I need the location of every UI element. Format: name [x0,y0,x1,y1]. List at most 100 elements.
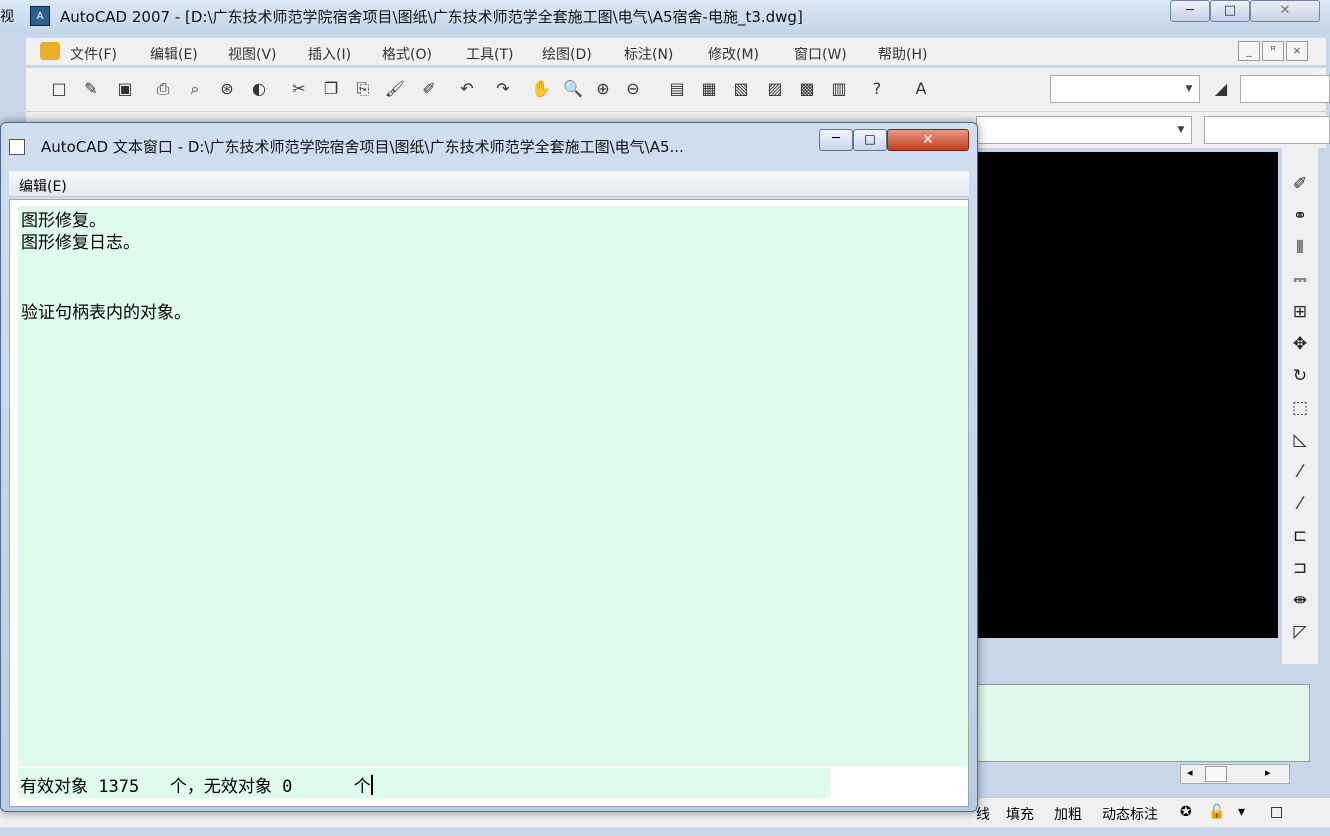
mdi-minimize-button[interactable]: _ [1238,41,1260,61]
offset-icon[interactable]: ⎓ [1288,268,1312,292]
text-style-combo[interactable]: ▼ [1050,75,1200,103]
close-button[interactable]: ✕ [1250,0,1320,22]
chevron-down-icon: ▼ [1185,84,1193,94]
plot-icon[interactable]: ⎙ [152,78,174,100]
menu-item[interactable]: 格式(O) [382,44,432,64]
markup-icon[interactable]: ▩ [796,78,818,100]
mdi-close-button[interactable]: × [1286,41,1308,61]
break-at-point-icon[interactable]: ⊐ [1288,556,1312,580]
calculator-icon[interactable]: ▥ [828,78,850,100]
scroll-left-icon[interactable]: ◂ [1187,766,1193,779]
color-control-combo[interactable]: ▼ [976,116,1192,144]
modify-toolbar: ✐ ⚭ ⫴ ⎓ ⊞ ✥ ↻ ⬚ ◺ ⁄ ⁄ ⊏ ⊐ ⇼ ◸ [1282,148,1318,664]
move-icon[interactable]: ✥ [1288,332,1312,356]
minimize-button[interactable]: ─ [1170,0,1210,22]
command-history[interactable]: 图形修复。 图形修复日志。 验证句柄表内的对象。 [18,206,968,766]
scroll-thumb[interactable] [1205,766,1227,782]
lock-icon[interactable]: 🔓 [1208,804,1225,820]
main-title-bar[interactable]: 视 A AutoCAD 2007 - [D:\广东技术师范学院宿舍项目\图纸\广… [0,0,1330,34]
menu-item[interactable]: 文件(F) [70,44,117,64]
menu-item[interactable]: 工具(T) [466,44,513,64]
menu-item[interactable]: 标注(N) [624,44,673,64]
main-menubar: 文件(F) 编辑(E) 视图(V) 插入(I) 格式(O) 工具(T) 绘图(D) 标注(N)… [26,38,1326,66]
menu-item[interactable]: 帮助(H) [878,44,927,64]
erase-icon[interactable]: ✐ [1288,172,1312,196]
command-input[interactable]: 有效对象 1375 个，无效对象 0 个 [20,772,373,797]
new-icon[interactable]: □ [48,78,70,100]
status-toggle[interactable]: 线 [976,804,990,824]
redo-icon[interactable]: ↷ [492,78,514,100]
stretch-icon[interactable]: ◺ [1288,428,1312,452]
tool-palettes-icon[interactable]: ▧ [730,78,752,100]
text-window-close-button[interactable]: ✕ [887,129,969,151]
text-window-icon[interactable] [9,139,25,155]
array-icon[interactable]: ⊞ [1288,300,1312,324]
open-icon[interactable]: ✎ [80,78,102,100]
copy-icon[interactable]: ❐ [320,78,342,100]
status-toggle[interactable]: 填充 [1006,804,1034,824]
maximize-button[interactable]: □ [1210,0,1250,22]
zoom-realtime-icon[interactable]: 🔍 [562,78,584,100]
status-toggle[interactable]: 加粗 [1054,804,1082,824]
horizontal-scrollbar[interactable]: ◂ ▸ [1180,764,1290,784]
text-window-maximize-button[interactable]: □ [853,129,887,151]
menu-item[interactable]: 编辑(E) [150,44,198,64]
autocad-text-window: AutoCAD 文本窗口 - D:\广东技术师范学院宿舍项目\图纸\广东技术师范… [0,122,978,812]
scroll-right-icon[interactable]: ▸ [1265,766,1271,779]
help-icon[interactable]: ? [866,78,888,100]
menu-item[interactable]: 视图(V) [228,44,277,64]
menu-item[interactable]: 修改(M) [708,44,759,64]
undo-icon[interactable]: ↶ [456,78,478,100]
command-input-text: 有效对象 1375 个，无效对象 0 个 [20,777,371,797]
menu-item[interactable]: 绘图(D) [542,44,592,64]
properties-icon[interactable]: ▤ [666,78,688,100]
break-icon[interactable]: ⊏ [1288,524,1312,548]
clean-screen-icon[interactable]: □ [1270,804,1283,820]
sheet-set-icon[interactable]: ▨ [764,78,786,100]
join-icon[interactable]: ⇼ [1288,588,1312,612]
menu-edit[interactable]: 编辑(E) [19,176,67,196]
trim-icon[interactable]: ⁄ [1288,460,1312,484]
plot-preview-icon[interactable]: ⌕ [184,78,206,100]
paste-icon[interactable]: ⎘ [352,78,374,100]
chamfer-icon[interactable]: ◸ [1288,620,1312,644]
rotate-icon[interactable]: ↻ [1288,364,1312,388]
copy-object-icon[interactable]: ⚭ [1288,204,1312,228]
status-toggle[interactable]: 动态标注 [1102,804,1158,824]
menu-item[interactable]: 窗口(W) [794,44,847,64]
save-icon[interactable]: ▣ [114,78,136,100]
pan-icon[interactable]: ✋ [530,78,552,100]
menu-item[interactable]: 插入(I) [308,44,351,64]
text-window-minimize-button[interactable]: ─ [819,129,853,151]
command-line-area[interactable] [976,684,1310,762]
command-input-row[interactable]: 有效对象 1375 个，无效对象 0 个 [18,768,830,798]
main-window-title: AutoCAD 2007 - [D:\广东技术师范学院宿舍项目\图纸\广东技术师… [60,8,803,26]
dim-style-combo[interactable] [1240,75,1330,103]
publish-icon[interactable]: ⊛ [216,78,238,100]
zoom-previous-icon[interactable]: ⊖ [622,78,644,100]
dim-style-icon[interactable]: ◢ [1210,78,1232,100]
block-editor-icon[interactable]: ✐ [418,78,440,100]
drawing-document-icon[interactable] [40,42,60,60]
zoom-window-icon[interactable]: ⊕ [592,78,614,100]
communication-center-icon[interactable]: ✪ [1180,804,1192,820]
scale-icon[interactable]: ⬚ [1288,396,1312,420]
text-caret [370,775,373,795]
text-window-menubar: 编辑(E) [9,171,969,197]
mirror-icon[interactable]: ⫴ [1288,236,1312,260]
history-line: 图形修复日志。 [21,233,140,253]
dropdown-icon[interactable]: ▾ [1238,804,1245,820]
text-style-icon[interactable]: A [910,78,932,100]
cut-icon[interactable]: ✂ [288,78,310,100]
match-properties-icon[interactable]: 🖌 [384,78,406,100]
chevron-down-icon: ▼ [1177,125,1185,135]
3d-dwf-icon[interactable]: ◐ [248,78,270,100]
extend-icon[interactable]: ⁄ [1288,492,1312,516]
background-window-char: 视 [0,9,14,25]
autocad-icon[interactable]: A [30,6,50,26]
linetype-control-combo[interactable] [1204,116,1330,144]
drawing-canvas[interactable] [976,152,1278,638]
design-center-icon[interactable]: ▦ [698,78,720,100]
mdi-restore-button[interactable]: ꟸ [1262,41,1284,61]
text-window-title: AutoCAD 文本窗口 - D:\广东技术师范学院宿舍项目\图纸\广东技术师范… [41,138,684,156]
